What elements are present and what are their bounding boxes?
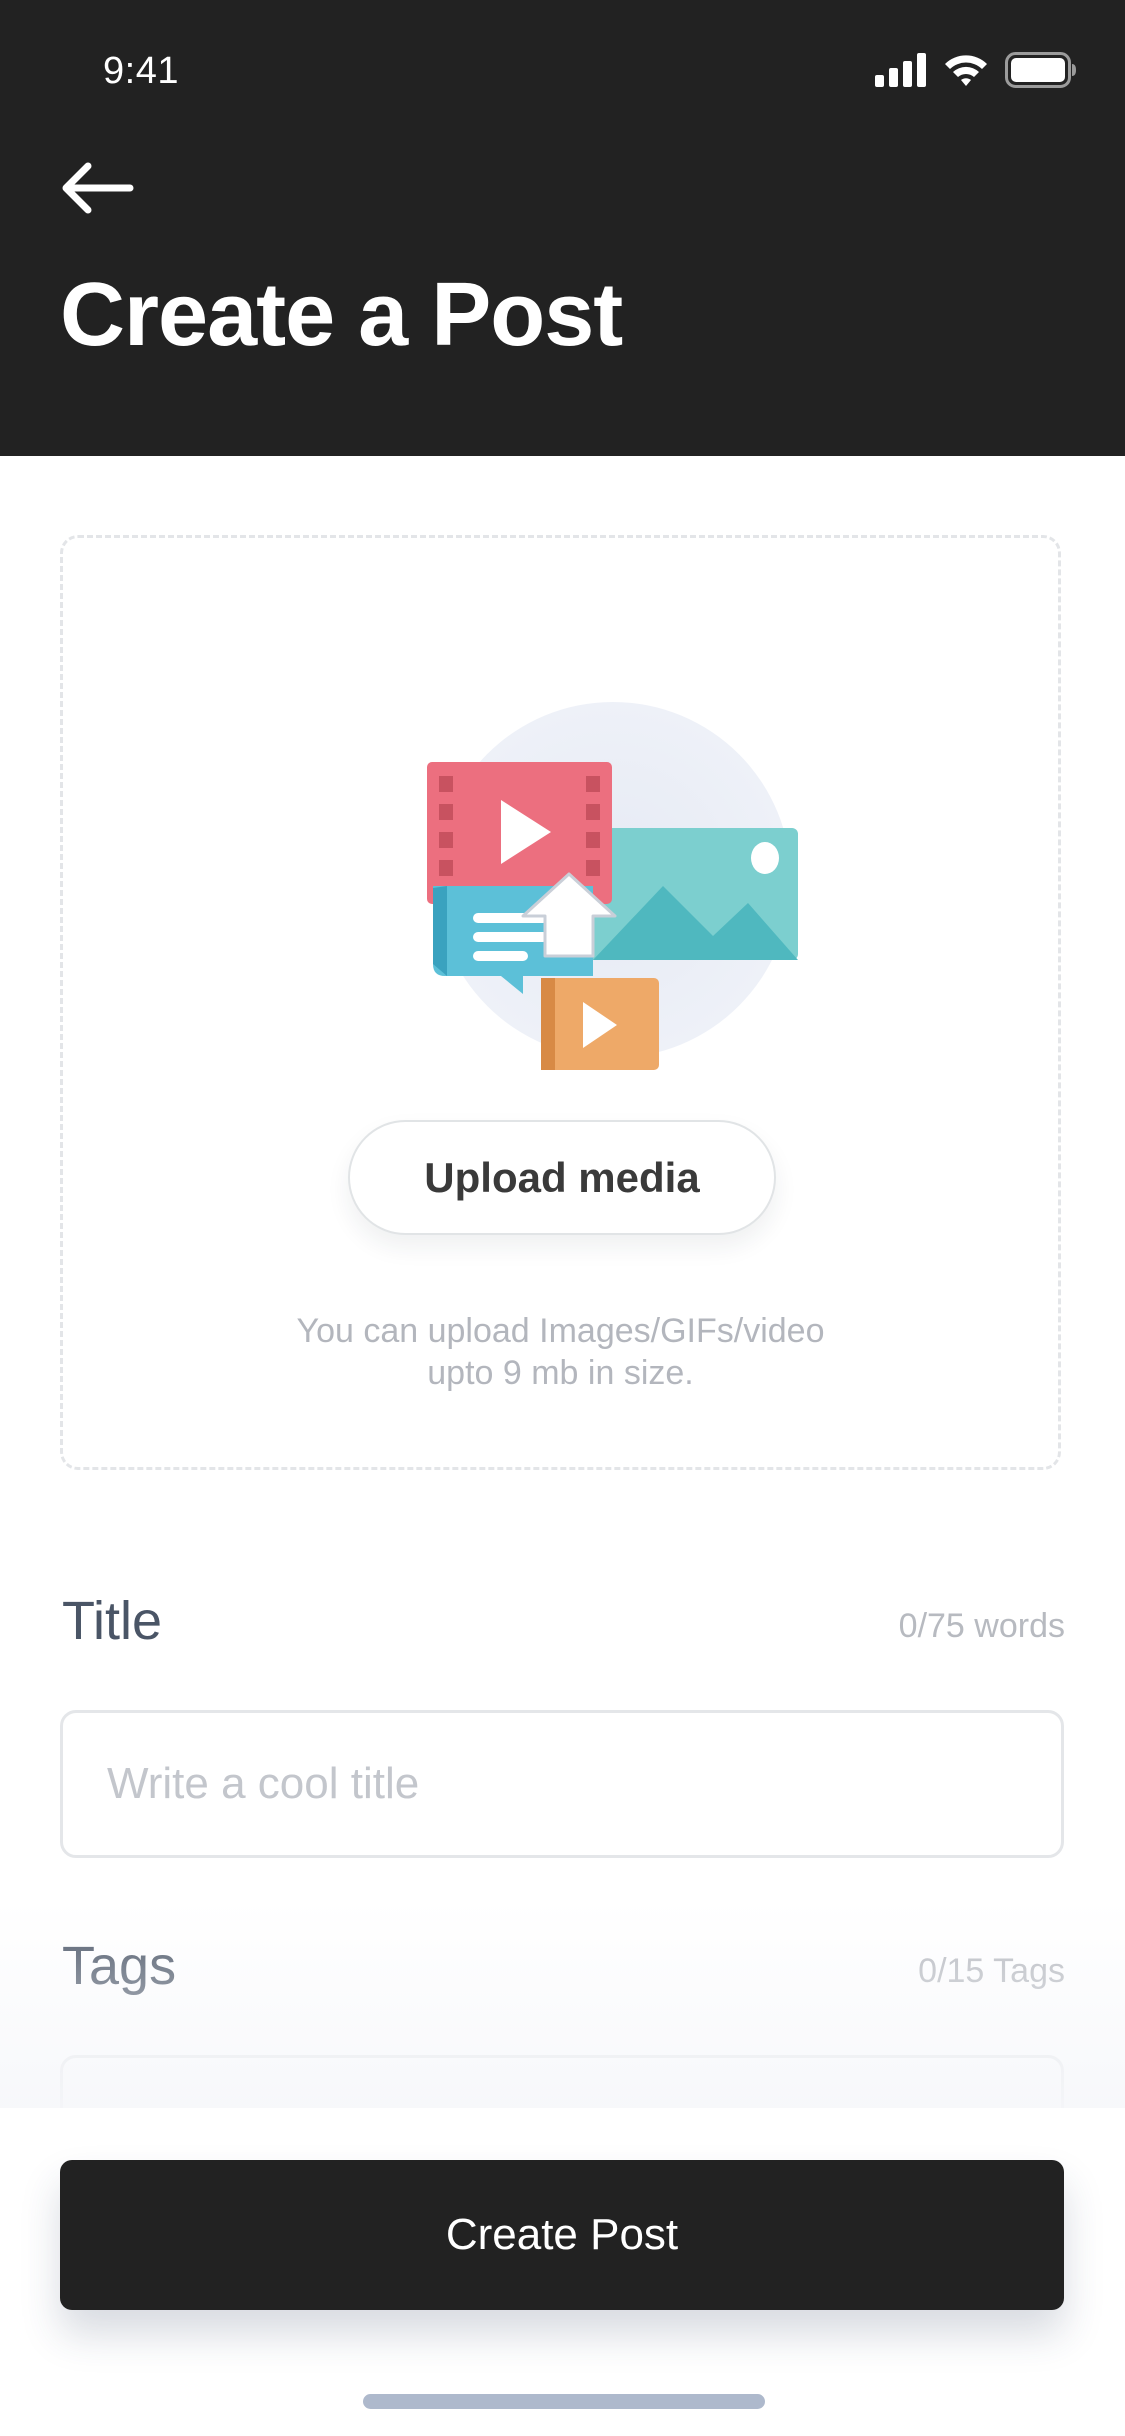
battery-icon [1005,52,1076,88]
upload-hint-line: You can upload Images/GIFs/video [296,1312,825,1350]
status-icons [875,50,1077,90]
footer: Create Post [0,2108,1125,2436]
upload-dropzone[interactable]: Upload media You can upload Images/GIFs/… [60,535,1061,1470]
header: 9:41 Create a Post [0,0,1125,456]
tags-label: Tags [62,1936,177,1996]
media-upload-illustration [427,702,798,1070]
create-post-button[interactable]: Create Post [60,2160,1064,2310]
arrow-left-icon [62,162,134,214]
tags-counter: 0/15 Tags [918,1952,1065,1990]
signal-icon [875,53,926,87]
upload-hint: You can upload Images/GIFs/video upto 9 … [63,1310,1058,1394]
upload-media-button[interactable]: Upload media [348,1120,776,1235]
status-time: 9:41 [103,50,179,92]
upload-hint-line: upto 9 mb in size. [427,1354,694,1392]
title-label: Title [62,1591,163,1651]
wifi-icon [945,55,987,86]
title-input[interactable] [60,1710,1064,1858]
title-word-counter: 0/75 words [898,1607,1065,1645]
home-indicator [363,2394,765,2409]
back-button[interactable] [58,158,138,218]
page-title: Create a Post [60,265,623,365]
